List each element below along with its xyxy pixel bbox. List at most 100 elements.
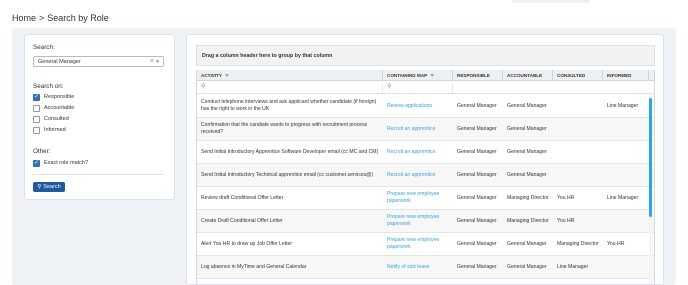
cell-informed [603,118,649,140]
search-panel: Search: General Manager × ▼ Search on: ✓… [24,34,175,200]
search-label: Search: [33,44,55,51]
search-icon: ⚲ [387,84,392,90]
column-header-label: ACCOUNTABLE [507,73,543,78]
chevron-down-icon[interactable]: ▼ [155,59,160,65]
cell-consulted: Managing Director [557,240,599,247]
search-icon: ⚲ [201,84,206,90]
column-header-label: CONTAINING MAP [387,73,428,78]
table-row[interactable]: Conduct telephone interviews and ask app… [197,95,654,118]
containing-map-link[interactable]: Review applications [383,95,453,117]
containing-map-link[interactable]: Prepare new employee paperwork [383,210,453,232]
checkbox-informed[interactable]: Informed [33,126,66,134]
table-row[interactable]: Send Initial Introductory Technical appr… [197,164,654,187]
breadcrumb: Home > Search by Role [12,13,109,23]
containing-map-link[interactable]: Recruit an apprentice [383,164,453,186]
cell-activity: Log absence in MyTime and General Calend… [201,263,307,270]
checkbox-accountable[interactable]: Accountable [33,104,74,112]
table-row[interactable]: Alert You HR to draw up Job Offer Letter… [197,233,654,256]
cell-consulted [553,118,603,140]
other-label: Other: [33,148,51,155]
cell-accountable: Managing Director [507,194,549,201]
checkbox-unchecked-icon[interactable] [33,115,40,123]
checkbox-unchecked-icon[interactable] [33,126,40,134]
cell-consulted [553,141,603,163]
cell-consulted [553,164,603,186]
cell-consulted: You HR [557,217,575,224]
activity-filter-input[interactable]: ⚲ [197,84,383,92]
breadcrumb-home-link[interactable]: Home [12,13,36,23]
cell-activity: Alert You HR to draw up Job Offer Letter [201,240,293,247]
cell-informed [603,256,649,278]
column-header-informed[interactable]: INFORMED [603,70,649,81]
role-select[interactable]: General Manager × ▼ [33,56,164,67]
column-header-containing-map[interactable]: CONTAINING MAP ⏷ [383,70,453,81]
column-header-accountable[interactable]: ACCOUNTABLE [503,70,553,81]
cell-consulted: You HR [557,194,575,201]
cell-responsible: General Manager [457,102,497,109]
containing-map-link[interactable]: Prepare new employee paperwork [383,187,453,209]
results-panel: Drag a column header here to group by th… [186,34,664,285]
search-button[interactable]: ⚲ Search [33,182,65,192]
containing-map-link[interactable]: Recruit an apprentice [383,118,453,140]
results-grid: ACTIVITY ⏷ CONTAINING MAP ⏷ RESPONSIBLE AC… [196,70,655,284]
cell-activity: Send Initial Introductory Apprentice Sof… [201,148,379,155]
checkbox-responsible[interactable]: ✓ Responsible [33,93,74,101]
filter-funnel-icon[interactable]: ⏷ [430,73,434,79]
column-header-activity[interactable]: ACTIVITY ⏷ [197,70,383,81]
close-icon[interactable]: × [150,58,154,65]
checkbox-label: Responsible [44,94,75,100]
cell-activity: Conduct telephone interviews and ask app… [201,99,377,112]
cell-activity: Review draft Conditional Offer Letter [201,194,284,201]
scrollbar-thumb[interactable] [649,98,652,217]
checkbox-consulted[interactable]: Consulted [33,115,69,123]
cell-accountable: Managing Director [507,217,549,224]
cell-responsible: General Manager [457,217,497,224]
containing-map-link[interactable]: Notify of sick leave [383,256,453,278]
filter-funnel-icon[interactable]: ⏷ [225,73,229,79]
cell-accountable: General Manager [507,263,547,270]
cell-responsible: General Manager [457,194,497,201]
group-by-hint: Drag a column header here to group by th… [202,53,333,59]
top-bar-tab-shadow [512,0,590,3]
table-row[interactable]: Log absence in MyTime and General Calend… [197,256,654,279]
grid-header-row: ACTIVITY ⏷ CONTAINING MAP ⏷ RESPONSIBLE AC… [197,70,654,81]
cell-activity: Create Draft Conditional Offer Letter [201,217,283,224]
table-row[interactable]: Send Initial Introductory Apprentice Sof… [197,141,654,164]
table-row[interactable]: Review draft Conditional Offer Letter Pre… [197,187,654,210]
checkbox-checked-icon[interactable]: ✓ [33,93,40,101]
checkbox-label: Accountable [44,105,75,111]
cell-consulted [553,95,603,117]
column-header-label: RESPONSIBLE [457,73,490,78]
role-select-value: General Manager [38,59,81,65]
search-on-label: Search on: [33,83,64,90]
grid-filter-row: ⚲ ⚲ [197,82,654,94]
cell-accountable: General Manager [507,171,547,178]
table-row[interactable]: Create Draft Conditional Offer Letter Pre… [197,210,654,233]
cell-informed [603,210,649,232]
breadcrumb-separator: > [39,13,45,23]
checkbox-checked-icon[interactable]: ✓ [33,159,40,167]
table-row[interactable]: Confirmation that the candiate wants to … [197,118,654,141]
cell-informed [603,164,649,186]
group-by-drop-area[interactable]: Drag a column header here to group by th… [196,45,655,66]
cell-accountable: General Manager [507,240,547,247]
cell-accountable: General Manager [507,148,547,155]
cell-accountable: General Manager [507,125,547,132]
checkbox-label: Informed [44,127,66,133]
containing-map-filter-input[interactable]: ⚲ [383,84,453,92]
column-header-responsible[interactable]: RESPONSIBLE [453,70,503,81]
column-header-label: ACTIVITY [201,73,222,78]
search-button-label: Search [43,184,61,190]
cell-responsible: General Manager [457,240,497,247]
cell-responsible: General Manager [457,148,497,155]
cell-informed [603,141,649,163]
breadcrumb-current: Search by Role [47,13,109,23]
containing-map-link[interactable]: Prepare new employee paperwork [383,233,453,255]
cell-informed: You HR [607,240,625,247]
checkbox-exact-role-match[interactable]: ✓ Exact role match? [33,159,88,167]
cell-accountable: General Manager [507,102,547,109]
checkbox-label: Exact role match? [44,160,89,166]
checkbox-unchecked-icon[interactable] [33,104,40,112]
column-header-consulted[interactable]: CONSULTED [553,70,603,81]
containing-map-link[interactable]: Recruit an apprentice [383,141,453,163]
